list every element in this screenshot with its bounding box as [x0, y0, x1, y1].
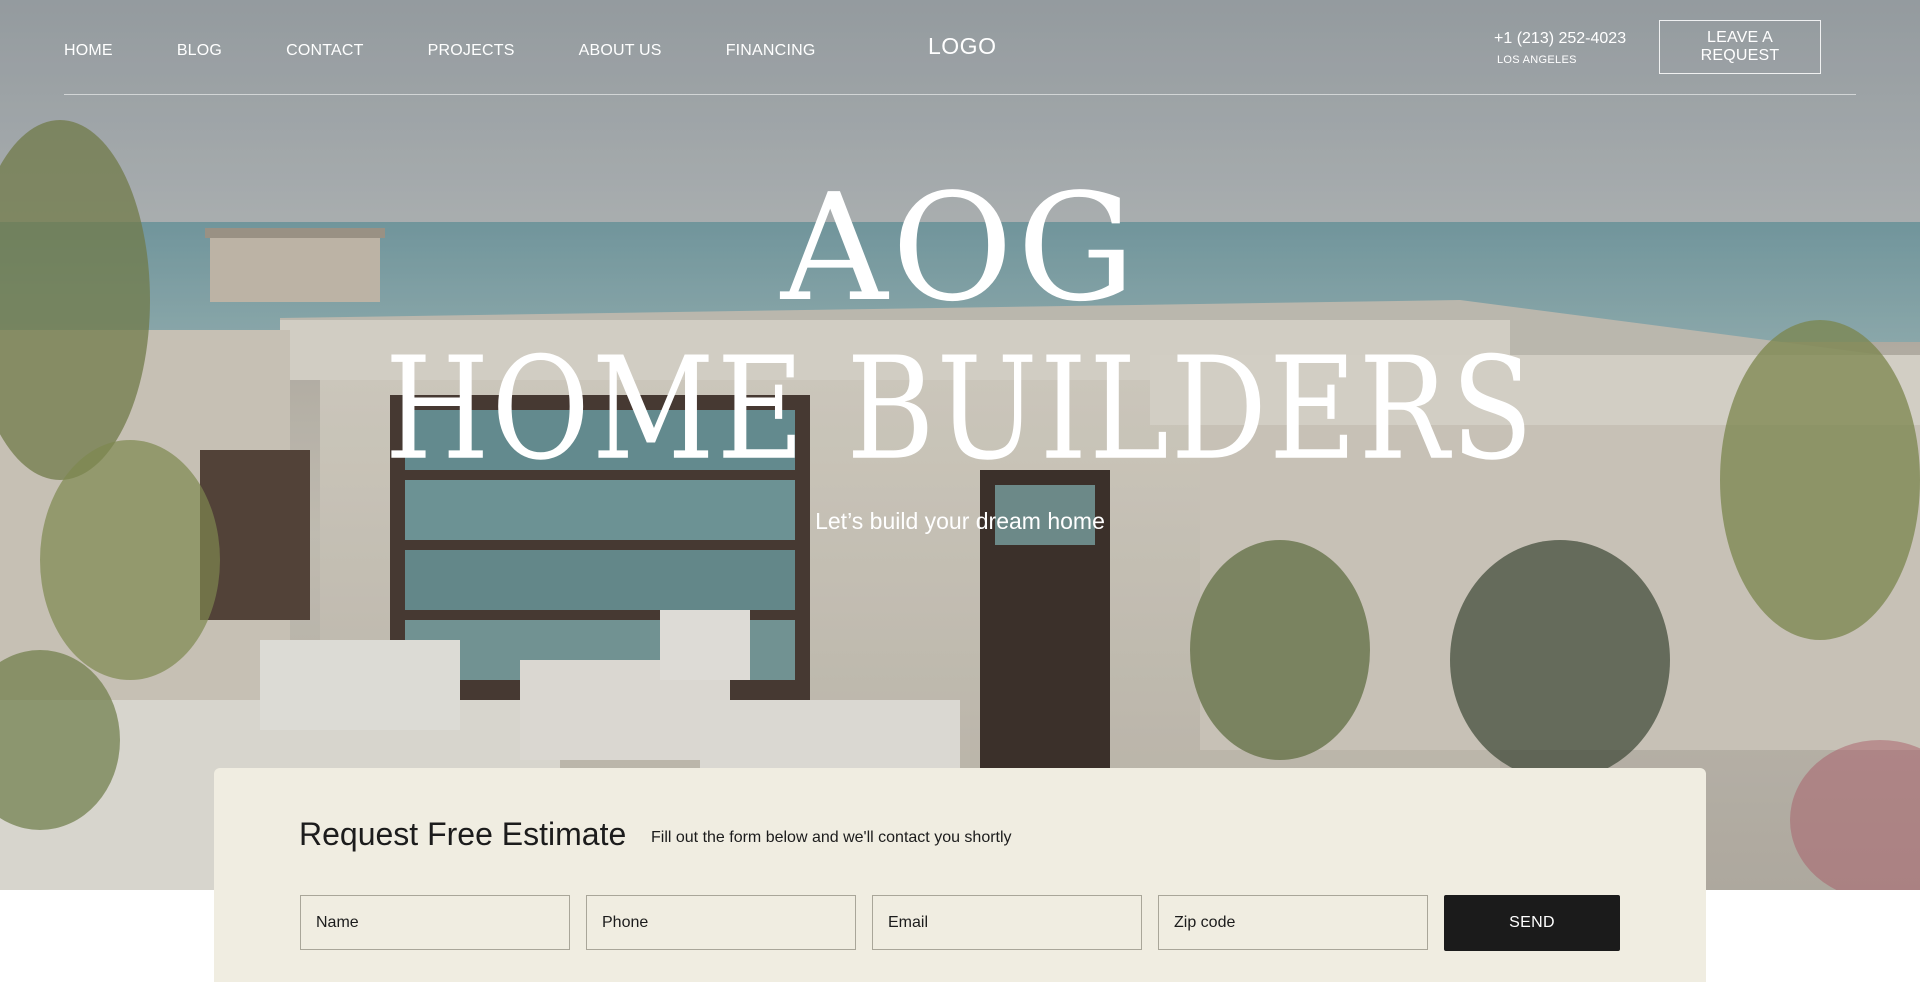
leave-request-button[interactable]: LEAVE A REQUEST [1659, 20, 1821, 74]
nav-item-contact[interactable]: CONTACT [286, 40, 364, 62]
form-heading: Request Free Estimate [299, 816, 627, 852]
city-label: LOS ANGELES [1497, 54, 1577, 66]
nav-item-home[interactable]: HOME [64, 40, 113, 62]
email-input[interactable] [872, 895, 1142, 950]
header-divider [64, 94, 1856, 95]
nav-item-blog[interactable]: BLOG [177, 40, 222, 62]
hero-subtitle: Let’s build your dream home [815, 508, 1105, 534]
hero-title-line1: AOG [780, 162, 1140, 334]
main-nav: HOME BLOG CONTACT PROJECTS ABOUT US FINA… [64, 40, 880, 62]
site-logo[interactable]: LOGO [928, 33, 996, 60]
nav-item-projects[interactable]: PROJECTS [428, 40, 515, 62]
nav-item-financing[interactable]: FINANCING [726, 40, 816, 62]
estimate-form-card: Request Free Estimate Fill out the form … [214, 768, 1706, 982]
phone-number[interactable]: +1 (213) 252-4023 [1494, 29, 1626, 49]
hero-section: HOME BLOG CONTACT PROJECTS ABOUT US FINA… [0, 0, 1920, 890]
zip-code-input[interactable] [1158, 895, 1428, 950]
send-button[interactable]: SEND [1444, 895, 1620, 951]
form-hint: Fill out the form below and we'll contac… [651, 829, 1012, 846]
hero-title-line2: HOME BUILDERS [384, 327, 1536, 492]
name-input[interactable] [300, 895, 570, 950]
phone-input[interactable] [586, 895, 856, 950]
header-contact: +1 (213) 252-4023 LOS ANGELES [1494, 29, 1626, 68]
nav-item-about-us[interactable]: ABOUT US [579, 40, 662, 62]
